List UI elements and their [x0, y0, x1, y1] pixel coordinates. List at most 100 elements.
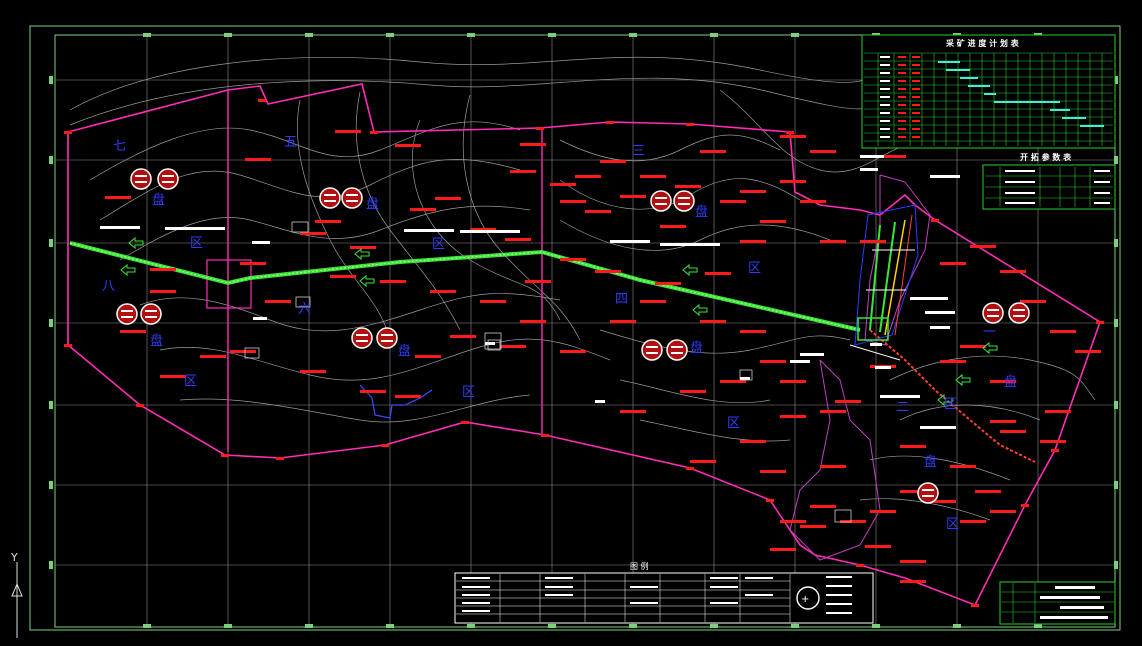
annotation-label	[595, 270, 621, 273]
contour-line	[139, 293, 561, 332]
annotation-label	[780, 135, 806, 138]
schedule-cell-text	[880, 80, 890, 82]
params-cell-text	[1005, 181, 1035, 183]
cad-drawing[interactable]: 七 五 盘 区 盘 区 三 盘 区 八 盘 区 六 盘 区 四 盘 区 一 盘 …	[0, 0, 1142, 646]
white-note	[875, 366, 891, 369]
flow-arrow	[692, 303, 708, 317]
borehole-symbols	[116, 168, 1030, 504]
contour-line	[99, 159, 521, 221]
zone-label: 区	[184, 374, 197, 389]
borehole-mark	[145, 310, 157, 312]
grid-tick	[143, 33, 151, 37]
borehole-mark	[324, 200, 336, 202]
boundary-marker	[766, 499, 774, 502]
borehole-symbol	[917, 482, 939, 504]
white-note	[165, 227, 225, 230]
annotation-label	[450, 335, 476, 338]
annotation-label	[655, 282, 681, 285]
schedule-cell-text	[880, 128, 890, 130]
zone-label: 区	[462, 385, 475, 400]
borehole-mark	[324, 194, 336, 196]
legend-symbol	[462, 610, 490, 612]
borehole-mark	[922, 495, 934, 497]
annotation-label	[1040, 440, 1066, 443]
white-note	[860, 168, 878, 171]
legend-symbol	[462, 594, 490, 596]
title-text	[1040, 596, 1100, 599]
contour-line	[599, 329, 851, 354]
grid-tick	[1114, 401, 1118, 409]
annotation-label	[395, 144, 421, 147]
annotation-label	[640, 300, 666, 303]
schedule-cell-text	[880, 56, 890, 58]
schedule-cell-text	[880, 136, 890, 138]
borehole-mark	[121, 316, 133, 318]
white-note	[595, 400, 605, 403]
borehole-mark	[1013, 309, 1025, 311]
annotation-label	[900, 560, 926, 563]
schedule-cell-text	[898, 88, 906, 90]
flow-arrow	[120, 263, 136, 277]
annotation-label	[410, 208, 436, 211]
annotation-label	[705, 272, 731, 275]
schedule-cell-text	[898, 80, 906, 82]
schedule-cell-text	[898, 72, 906, 74]
annotation-label	[990, 510, 1016, 513]
annotation-label	[575, 175, 601, 178]
contour-line	[297, 99, 391, 341]
legend-symbol	[710, 602, 738, 604]
boundary-marker	[536, 127, 544, 130]
annotation-label	[780, 380, 806, 383]
params-cell-text	[1005, 202, 1035, 204]
annotation-label	[620, 195, 646, 198]
annotation-label	[760, 220, 786, 223]
title-text	[1060, 606, 1104, 609]
white-note	[930, 175, 960, 178]
legend-note	[826, 585, 852, 587]
plant-complex	[849, 204, 919, 361]
annotation-label	[900, 580, 926, 583]
grid-tick	[629, 33, 637, 37]
schedule-cell-text	[880, 64, 890, 66]
borehole-mark	[346, 200, 358, 202]
borehole-mark	[678, 197, 690, 199]
boundary-marker	[1021, 504, 1029, 507]
schedule-cell-text	[880, 72, 890, 74]
annotation-label	[600, 160, 626, 163]
boundary-marker	[381, 444, 389, 447]
annotation-label	[335, 130, 361, 133]
contour-line	[889, 355, 1096, 401]
annotation-label	[1020, 300, 1046, 303]
annotation-label	[940, 262, 966, 265]
grid-tick	[1114, 319, 1118, 327]
annotation-label	[505, 238, 531, 241]
schedule-cell-text	[912, 120, 920, 122]
borehole-mark	[646, 346, 658, 348]
contour-line	[869, 455, 1011, 481]
annotation-label	[740, 440, 766, 443]
annotation-label	[120, 330, 146, 333]
annotation-label	[835, 400, 861, 403]
legend-symbol	[745, 594, 773, 596]
grid-tick	[548, 624, 556, 628]
annotation-label	[810, 150, 836, 153]
params-cell-text	[1094, 192, 1110, 194]
annotation-label	[680, 390, 706, 393]
annotation-label	[350, 246, 376, 249]
annotation-label	[525, 280, 551, 283]
boundary-marker	[931, 219, 939, 222]
borehole-mark	[646, 352, 658, 354]
white-note	[925, 311, 955, 314]
schedule-cell-text	[898, 64, 906, 66]
params-cell-text	[1005, 170, 1035, 172]
borehole-mark	[655, 203, 667, 205]
zone-label: 区	[190, 236, 203, 251]
annotation-label	[1045, 410, 1071, 413]
annotation-label	[105, 196, 131, 199]
annotation-label	[430, 290, 456, 293]
zone-label: 盘	[152, 192, 165, 208]
legend-symbol	[710, 586, 738, 588]
schedule-cell-text	[898, 104, 906, 106]
legend-note	[826, 576, 852, 578]
schedule-cell-text	[912, 72, 920, 74]
